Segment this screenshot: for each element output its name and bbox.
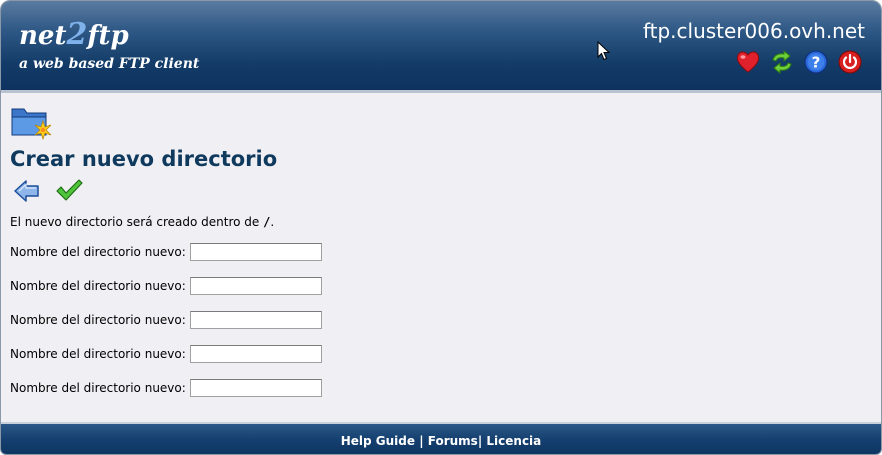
directory-row-3: Nombre del directorio nuevo:: [10, 311, 322, 329]
directory-name-label: Nombre del directorio nuevo:: [10, 245, 186, 259]
directory-name-input-2[interactable]: [189, 277, 322, 295]
directory-row-1: Nombre del directorio nuevo:: [10, 243, 322, 261]
logo-net: net: [19, 21, 67, 51]
directory-name-input-3[interactable]: [189, 311, 322, 329]
logo[interactable]: net2ftp: [19, 20, 129, 51]
server-name: ftp.cluster006.ovh.net: [642, 19, 865, 43]
power-icon[interactable]: [837, 49, 863, 75]
notice-text: El nuevo directorio será creado dentro d…: [10, 215, 264, 229]
header: net2ftp a web based FTP client ftp.clust…: [1, 1, 881, 93]
mouse-cursor-icon: [597, 41, 611, 61]
directory-name-label: Nombre del directorio nuevo:: [10, 279, 186, 293]
directory-name-label: Nombre del directorio nuevo:: [10, 313, 186, 327]
target-directory-notice: El nuevo directorio será creado dentro d…: [10, 215, 274, 229]
directory-row-5: Nombre del directorio nuevo:: [10, 379, 322, 397]
page-title: Crear nuevo directorio: [10, 147, 278, 171]
action-bar: [13, 178, 83, 204]
directory-name-input-4[interactable]: [189, 345, 322, 363]
logo-two: 2: [66, 17, 88, 52]
help-guide-link[interactable]: Help Guide: [341, 434, 415, 448]
help-icon[interactable]: ?: [803, 49, 829, 75]
refresh-icon[interactable]: [769, 49, 795, 75]
logo-ftp: ftp: [87, 21, 129, 51]
directory-row-2: Nombre del directorio nuevo:: [10, 277, 322, 295]
directory-name-input-5[interactable]: [189, 379, 322, 397]
tagline: a web based FTP client: [19, 56, 200, 72]
license-link[interactable]: Licencia: [486, 434, 541, 448]
directory-row-4: Nombre del directorio nuevo:: [10, 345, 322, 363]
notice-suffix: .: [270, 215, 275, 229]
heart-icon[interactable]: [735, 49, 761, 75]
new-folder-icon: [11, 108, 52, 140]
app-window: net2ftp a web based FTP client ftp.clust…: [0, 0, 882, 455]
forums-link[interactable]: Forums: [428, 434, 478, 448]
checkmark-icon[interactable]: [55, 178, 83, 204]
directory-name-label: Nombre del directorio nuevo:: [10, 381, 186, 395]
svg-text:?: ?: [812, 54, 821, 72]
directory-name-label: Nombre del directorio nuevo:: [10, 347, 186, 361]
header-actions: ?: [735, 49, 863, 75]
back-arrow-icon[interactable]: [13, 178, 41, 204]
footer: Help Guide | Forums| Licencia: [1, 422, 881, 454]
footer-separator: |: [415, 434, 428, 448]
directory-name-input-1[interactable]: [189, 243, 322, 261]
